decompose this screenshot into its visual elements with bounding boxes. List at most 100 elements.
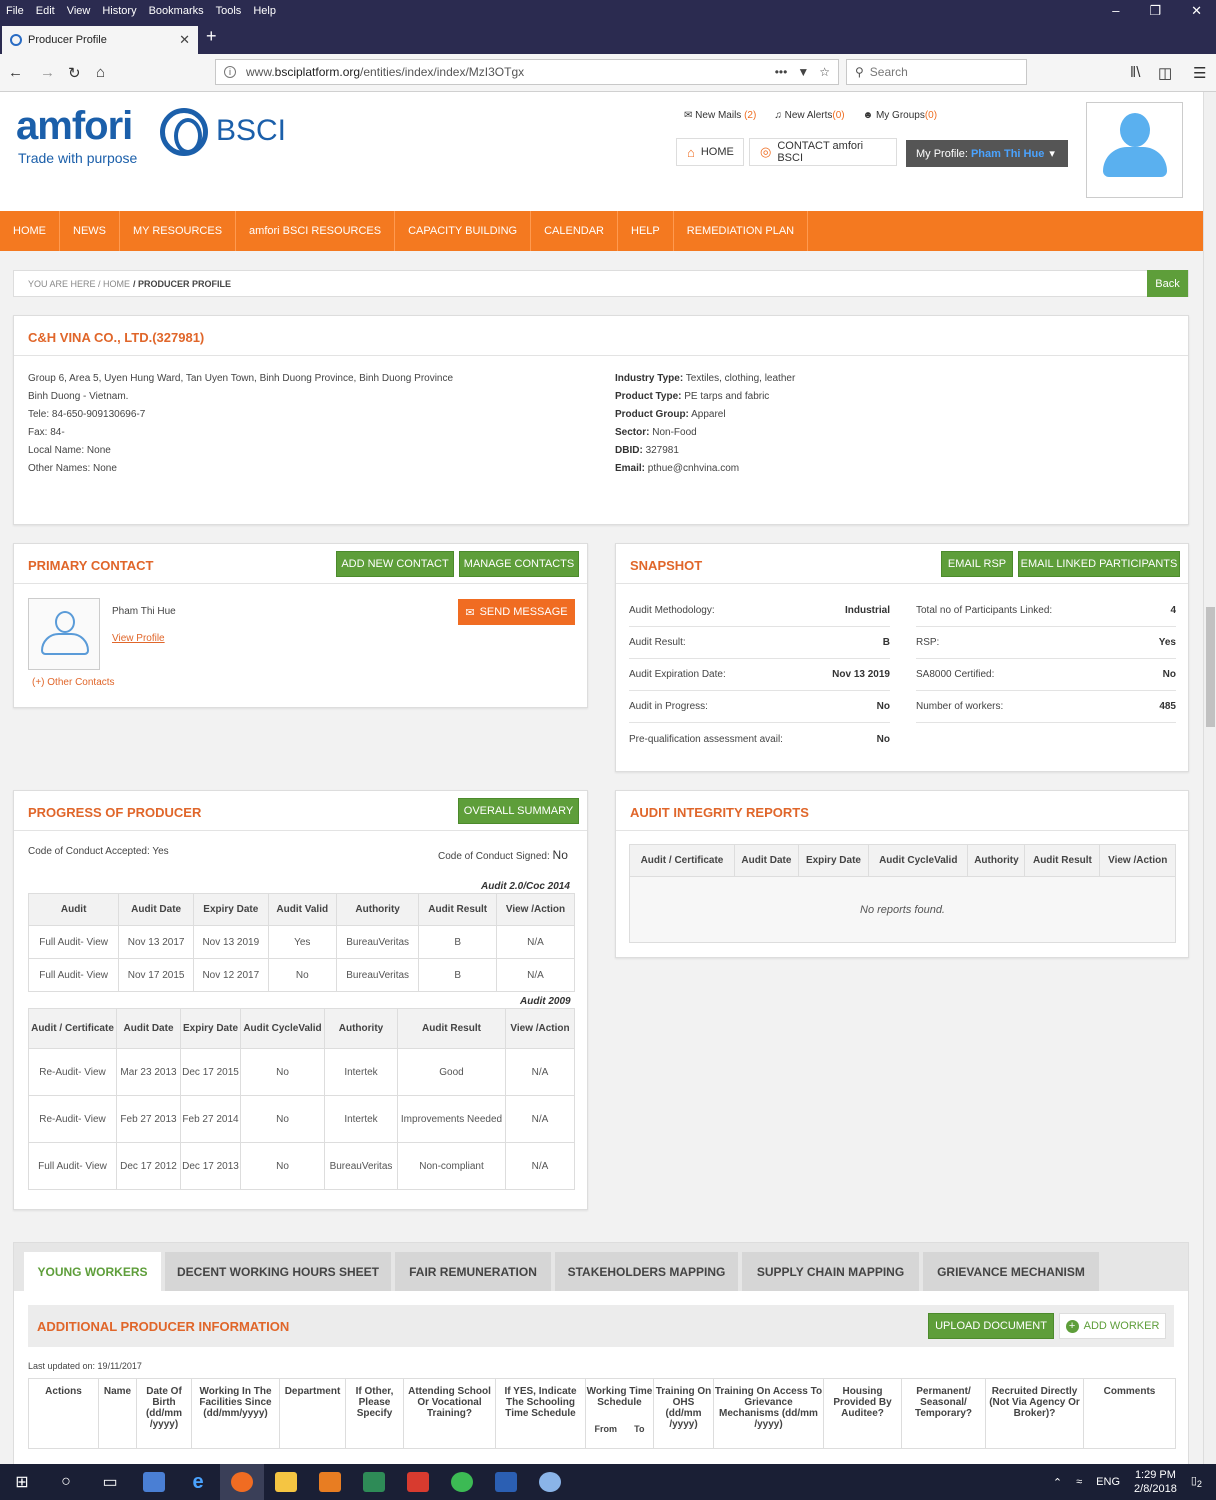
avatar-body-shape	[1103, 147, 1167, 177]
menu-view[interactable]: View	[61, 5, 97, 17]
contact-amfori-button[interactable]: ◎ CONTACT amfori BSCI	[749, 138, 897, 166]
overall-summary-button[interactable]: OVERALL SUMMARY	[458, 798, 579, 824]
audit-view-link[interactable]: Full Audit- View	[27, 925, 120, 959]
nav-home[interactable]: HOME	[0, 211, 60, 251]
audit-view-link[interactable]: Re-Audit- View	[28, 1048, 117, 1096]
audit-view-link[interactable]: Re-Audit- View	[28, 1095, 117, 1143]
menu-edit[interactable]: Edit	[30, 5, 61, 17]
wifi-icon[interactable]: ≈	[1076, 1476, 1082, 1488]
close-window-icon[interactable]: ✕	[1191, 3, 1202, 19]
task-view-icon[interactable]: ▭	[88, 1464, 132, 1500]
my-profile-dropdown[interactable]: My Profile: Pham Thi Hue ▾	[906, 140, 1068, 167]
tab-grievance-mechanism[interactable]: GRIEVANCE MECHANISM	[923, 1252, 1099, 1291]
audit-view-link[interactable]: Full Audit- View	[27, 958, 120, 992]
breadcrumb-prefix[interactable]: YOU ARE HERE / HOME	[28, 279, 130, 289]
divider	[14, 583, 587, 584]
back-button[interactable]: Back	[1147, 270, 1188, 297]
scrollbar-thumb[interactable]	[1206, 607, 1215, 727]
back-arrow-icon[interactable]: ←	[8, 64, 23, 81]
email-linked-participants-button[interactable]: EMAIL LINKED PARTICIPANTS	[1018, 551, 1180, 577]
contact-avatar[interactable]	[28, 598, 100, 670]
menu-history[interactable]: History	[96, 5, 142, 17]
company-fax: Fax: 84-	[28, 427, 65, 438]
restore-icon[interactable]: ❐	[1149, 3, 1161, 19]
page-scrollbar[interactable]	[1203, 92, 1216, 1464]
media-app-icon[interactable]	[132, 1464, 176, 1500]
excel-icon[interactable]	[352, 1464, 396, 1500]
firefox-icon[interactable]	[220, 1464, 264, 1500]
forward-arrow-icon[interactable]: →	[40, 64, 55, 81]
col-working-time: Working Time Schedule From To	[585, 1378, 654, 1449]
bsci-logo-text[interactable]: BSCI	[216, 114, 286, 148]
amfori-logo-icon[interactable]	[160, 108, 208, 156]
language-indicator[interactable]: ENG	[1096, 1476, 1120, 1488]
tab-young-workers[interactable]: YOUNG WORKERS	[24, 1252, 161, 1291]
menu-bookmarks[interactable]: Bookmarks	[143, 5, 210, 17]
site-info-icon[interactable]: i	[224, 66, 236, 78]
internet-explorer-icon[interactable]: e	[176, 1464, 220, 1500]
cell: N/A	[505, 1095, 575, 1143]
user-avatar[interactable]	[1086, 102, 1183, 198]
nav-news[interactable]: NEWS	[60, 211, 120, 251]
file-explorer-icon[interactable]	[264, 1464, 308, 1500]
nav-my-resources[interactable]: MY RESOURCES	[120, 211, 237, 251]
reload-icon[interactable]: ↻	[68, 64, 81, 82]
notifications-icon[interactable]: ▯2	[1191, 1474, 1202, 1489]
clock[interactable]: 1:29 PM 2/8/2018	[1134, 1468, 1177, 1496]
acrobat-icon[interactable]	[396, 1464, 440, 1500]
address-bar[interactable]: i www.bsciplatform.org/entities/index/in…	[215, 59, 839, 85]
tab-decent-working-hours[interactable]: DECENT WORKING HOURS SHEET	[165, 1252, 391, 1291]
nav-calendar[interactable]: CALENDAR	[531, 211, 618, 251]
paint-icon[interactable]	[528, 1464, 572, 1500]
company-email: Email: pthue@cnhvina.com	[615, 463, 740, 474]
nav-capacity-building[interactable]: CAPACITY BUILDING	[395, 211, 532, 251]
amfori-logo-text[interactable]: amfori	[16, 104, 133, 149]
outlook-icon[interactable]	[308, 1464, 352, 1500]
tab-fair-remuneration[interactable]: FAIR REMUNERATION	[395, 1252, 551, 1291]
header-home-button[interactable]: ⌂ HOME	[676, 138, 744, 166]
my-groups-link[interactable]: ☻ My Groups(0)	[863, 110, 937, 121]
email-rsp-button[interactable]: EMAIL RSP	[941, 551, 1013, 577]
view-profile-link[interactable]: View Profile	[112, 633, 165, 644]
page-actions-icon[interactable]: •••	[775, 65, 788, 79]
tab-stakeholders-mapping[interactable]: STAKEHOLDERS MAPPING	[555, 1252, 738, 1291]
sidebar-icon[interactable]: ◫	[1158, 64, 1172, 82]
minimize-icon[interactable]: –	[1112, 3, 1119, 19]
upload-document-button[interactable]: UPLOAD DOCUMENT	[928, 1313, 1054, 1339]
nav-remediation-plan[interactable]: REMEDIATION PLAN	[674, 211, 809, 251]
windows-start-icon[interactable]: ⊞	[0, 1464, 44, 1500]
nav-help[interactable]: HELP	[618, 211, 674, 251]
audit-view-link[interactable]: Full Audit- View	[28, 1142, 117, 1190]
word-icon[interactable]	[484, 1464, 528, 1500]
browser-tab-producer-profile[interactable]: Producer Profile ✕	[2, 26, 198, 54]
close-tab-icon[interactable]: ✕	[179, 32, 190, 48]
cortana-search-icon[interactable]: ○	[44, 1464, 88, 1500]
nav-bsci-resources[interactable]: amfori BSCI RESOURCES	[236, 211, 396, 251]
menu-tools[interactable]: Tools	[210, 5, 248, 17]
chrome-icon[interactable]	[440, 1464, 484, 1500]
menu-file[interactable]: File	[0, 5, 30, 17]
home-icon[interactable]: ⌂	[96, 64, 105, 81]
logo-tagline: Trade with purpose	[18, 150, 138, 166]
add-worker-button[interactable]: + ADD WORKER	[1059, 1313, 1166, 1339]
search-input[interactable]: ⚲ Search	[846, 59, 1027, 85]
company-tele: Tele: 84-650-909130696-7	[28, 409, 146, 420]
send-message-button[interactable]: ✉ SEND MESSAGE	[458, 599, 575, 625]
new-mails-link[interactable]: ✉ New Mails (2)	[684, 110, 756, 121]
other-contacts-link[interactable]: (+) Other Contacts	[32, 677, 115, 688]
snapshot-row: Audit Result: B	[629, 627, 890, 659]
library-icon[interactable]: ‖\	[1130, 64, 1140, 81]
show-hidden-icons-icon[interactable]: ⌃	[1053, 1476, 1062, 1489]
new-alerts-link[interactable]: ♫ New Alerts(0)	[774, 110, 844, 121]
bookmark-star-icon[interactable]: ☆	[819, 65, 830, 79]
audit-2009-label: Audit 2009	[520, 996, 571, 1007]
manage-contacts-button[interactable]: MANAGE CONTACTS	[459, 551, 579, 577]
col-expiry-date: Expiry Date	[192, 893, 269, 926]
hamburger-menu-icon[interactable]: ☰	[1193, 64, 1206, 82]
tab-supply-chain-mapping[interactable]: SUPPLY CHAIN MAPPING	[742, 1252, 919, 1291]
add-new-contact-button[interactable]: ADD NEW CONTACT	[336, 551, 454, 577]
col-audit-valid: Audit Valid	[267, 893, 337, 926]
new-tab-icon[interactable]: +	[206, 26, 217, 47]
menu-help[interactable]: Help	[247, 5, 282, 17]
pocket-icon[interactable]: ▼	[797, 65, 809, 79]
